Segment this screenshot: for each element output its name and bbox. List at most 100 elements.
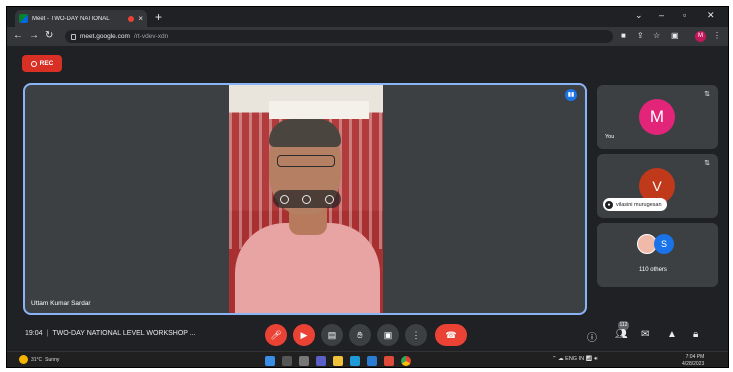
avatar: S bbox=[654, 234, 674, 254]
raise-hand-icon: ✋︎ bbox=[357, 329, 363, 340]
tray-chevron-icon[interactable]: ⌃ bbox=[552, 356, 557, 362]
new-tab-button[interactable]: + bbox=[155, 10, 162, 24]
clock-time: 7:04 PM bbox=[685, 354, 705, 360]
weather-desc: Sunny bbox=[45, 356, 60, 363]
self-name: You bbox=[605, 134, 615, 140]
office-icon[interactable] bbox=[384, 356, 394, 366]
leave-call-button[interactable]: ☎︎ bbox=[435, 324, 467, 346]
window-background bbox=[269, 101, 369, 119]
store-icon[interactable] bbox=[367, 356, 377, 366]
mute-participant-icon[interactable] bbox=[302, 194, 312, 204]
others-count: 110 others bbox=[639, 267, 667, 273]
profile-avatar[interactable]: M bbox=[695, 31, 706, 42]
url-host: meet.google.com bbox=[80, 33, 130, 40]
task-view-icon[interactable] bbox=[299, 356, 309, 366]
mic-off-button[interactable]: 🎤︎ bbox=[265, 324, 287, 346]
pin-icon[interactable] bbox=[279, 194, 289, 204]
camera-in-use-icon[interactable]: ■ bbox=[621, 31, 626, 40]
sun-icon bbox=[19, 355, 28, 364]
remove-participant-icon[interactable] bbox=[325, 194, 335, 204]
tab-strip: Meet - TWO-DAY NATIONAL × + ⌄ – ▫ ✕ bbox=[7, 7, 728, 27]
minimize-button[interactable]: – bbox=[659, 10, 664, 20]
recording-label: REC bbox=[39, 60, 54, 67]
chat-icon[interactable]: ✉︎ bbox=[641, 329, 649, 340]
back-icon[interactable]: ← bbox=[13, 29, 23, 43]
chat-app-icon[interactable] bbox=[316, 356, 326, 366]
meeting-title: TWO-DAY NATIONAL LEVEL WORKSHOP ... bbox=[52, 330, 196, 337]
search-icon[interactable] bbox=[282, 356, 292, 366]
meeting-info: 19:04 | TWO-DAY NATIONAL LEVEL WORKSHOP ..… bbox=[25, 330, 196, 337]
browser-tab[interactable]: Meet - TWO-DAY NATIONAL × bbox=[15, 10, 147, 27]
chrome-icon[interactable] bbox=[401, 356, 411, 366]
speaker-glasses bbox=[277, 155, 335, 167]
participant-tile[interactable]: ⇅ V ● vilasini murugesan bbox=[597, 154, 718, 218]
file-explorer-icon[interactable] bbox=[333, 356, 343, 366]
side-panel-icon[interactable]: ▣ bbox=[671, 31, 679, 40]
volume-icon: 🔊︎ bbox=[594, 356, 598, 362]
wifi-icon: 📶︎ bbox=[585, 356, 593, 362]
hang-up-icon: ☎︎ bbox=[445, 329, 457, 340]
edge-icon[interactable] bbox=[350, 356, 360, 366]
windows-start-icon[interactable] bbox=[265, 356, 275, 366]
weather-widget[interactable]: 31°C Sunny bbox=[19, 355, 59, 364]
tile-hover-controls bbox=[273, 190, 341, 208]
others-tile[interactable]: S 110 others bbox=[597, 223, 718, 287]
camera-off-icon: ▶︎ bbox=[300, 329, 308, 340]
self-tile[interactable]: ⇅ M You bbox=[597, 85, 718, 149]
more-options-button[interactable]: ⋮ bbox=[405, 324, 427, 346]
weather-temp: 31°C bbox=[31, 356, 43, 363]
tile-more-icon[interactable]: ⇅ bbox=[704, 159, 710, 167]
url-path: /rt-vdev-xdn bbox=[133, 33, 169, 40]
participant-name-pill: ● vilasini murugesan bbox=[603, 198, 667, 211]
bookmark-star-icon[interactable]: ☆ bbox=[653, 31, 660, 40]
avatar: M bbox=[639, 99, 675, 135]
captions-button[interactable]: ▤ bbox=[321, 324, 343, 346]
address-bar[interactable]: meet.google.com /rt-vdev-xdn bbox=[65, 30, 613, 43]
recording-badge[interactable]: REC bbox=[22, 55, 62, 72]
present-icon: ▣ bbox=[383, 329, 393, 340]
more-vert-icon: ⋮ bbox=[411, 329, 421, 340]
tab-close-icon[interactable]: × bbox=[138, 14, 143, 23]
windows-taskbar: 31°C Sunny ⌃ ☁︎ ENG IN 📶︎ 🔊︎ 7:04 PM 4/2… bbox=[7, 351, 728, 367]
meeting-time: 19:04 bbox=[25, 330, 43, 337]
forward-icon[interactable]: → bbox=[29, 29, 39, 43]
mic-off-icon: ● bbox=[605, 200, 613, 209]
reload-icon[interactable]: ↻ bbox=[45, 29, 53, 43]
speaker-hair bbox=[269, 119, 341, 147]
tile-more-icon[interactable]: ⇅ bbox=[704, 90, 710, 98]
clock-date: 4/28/2023 bbox=[682, 361, 705, 367]
separator: | bbox=[46, 330, 49, 337]
camera-off-button[interactable]: ▶︎ bbox=[293, 324, 315, 346]
record-icon bbox=[30, 60, 37, 67]
share-icon[interactable]: ⇪ bbox=[637, 31, 644, 40]
recording-indicator-icon bbox=[128, 15, 135, 22]
lang-indicator: ENG bbox=[565, 356, 578, 362]
people-icon[interactable]: 👥︎ bbox=[615, 329, 628, 340]
present-button[interactable]: ▣ bbox=[377, 324, 399, 346]
raise-hand-button[interactable]: ✋︎ bbox=[349, 324, 371, 346]
tab-title: Meet - TWO-DAY NATIONAL bbox=[32, 15, 110, 22]
screen: Meet - TWO-DAY NATIONAL × + ⌄ – ▫ ✕ ← → … bbox=[6, 6, 729, 368]
speaking-indicator-icon: ▮▮ bbox=[565, 89, 577, 101]
main-video-tile[interactable]: ▮▮ Uttam Kumar Sardar bbox=[23, 83, 587, 315]
maximize-button[interactable]: ▫ bbox=[683, 10, 686, 20]
meeting-details-icon[interactable]: ⓘ bbox=[587, 329, 597, 344]
system-tray[interactable]: ⌃ ☁︎ ENG IN 📶︎ 🔊︎ bbox=[552, 356, 598, 363]
lock-icon bbox=[71, 33, 76, 40]
region-indicator: IN bbox=[578, 356, 585, 362]
activities-icon[interactable]: ▲ bbox=[667, 329, 677, 340]
participant-name: vilasini murugesan bbox=[616, 201, 662, 208]
tab-search-icon[interactable]: ⌄ bbox=[635, 10, 643, 21]
main-speaker-name: Uttam Kumar Sardar bbox=[31, 300, 91, 307]
meeting-control-bar: 19:04 | TWO-DAY NATIONAL LEVEL WORKSHOP ..… bbox=[7, 319, 728, 351]
captions-icon: ▤ bbox=[327, 329, 337, 340]
taskbar-clock[interactable]: 7:04 PM 4/28/2023 bbox=[682, 354, 705, 367]
mic-off-icon: 🎤︎ bbox=[270, 329, 282, 340]
speaker-shirt bbox=[235, 223, 380, 313]
browser-toolbar: ← → ↻ meet.google.com /rt-vdev-xdn ■ ⇪ ☆… bbox=[7, 27, 728, 46]
close-window-button[interactable]: ✕ bbox=[707, 10, 715, 21]
meet-favicon-icon bbox=[19, 14, 28, 23]
host-controls-icon[interactable]: 🔒︎ bbox=[693, 329, 698, 340]
onedrive-icon: ☁︎ bbox=[558, 356, 564, 362]
menu-kebab-icon[interactable]: ⋮ bbox=[713, 31, 721, 40]
